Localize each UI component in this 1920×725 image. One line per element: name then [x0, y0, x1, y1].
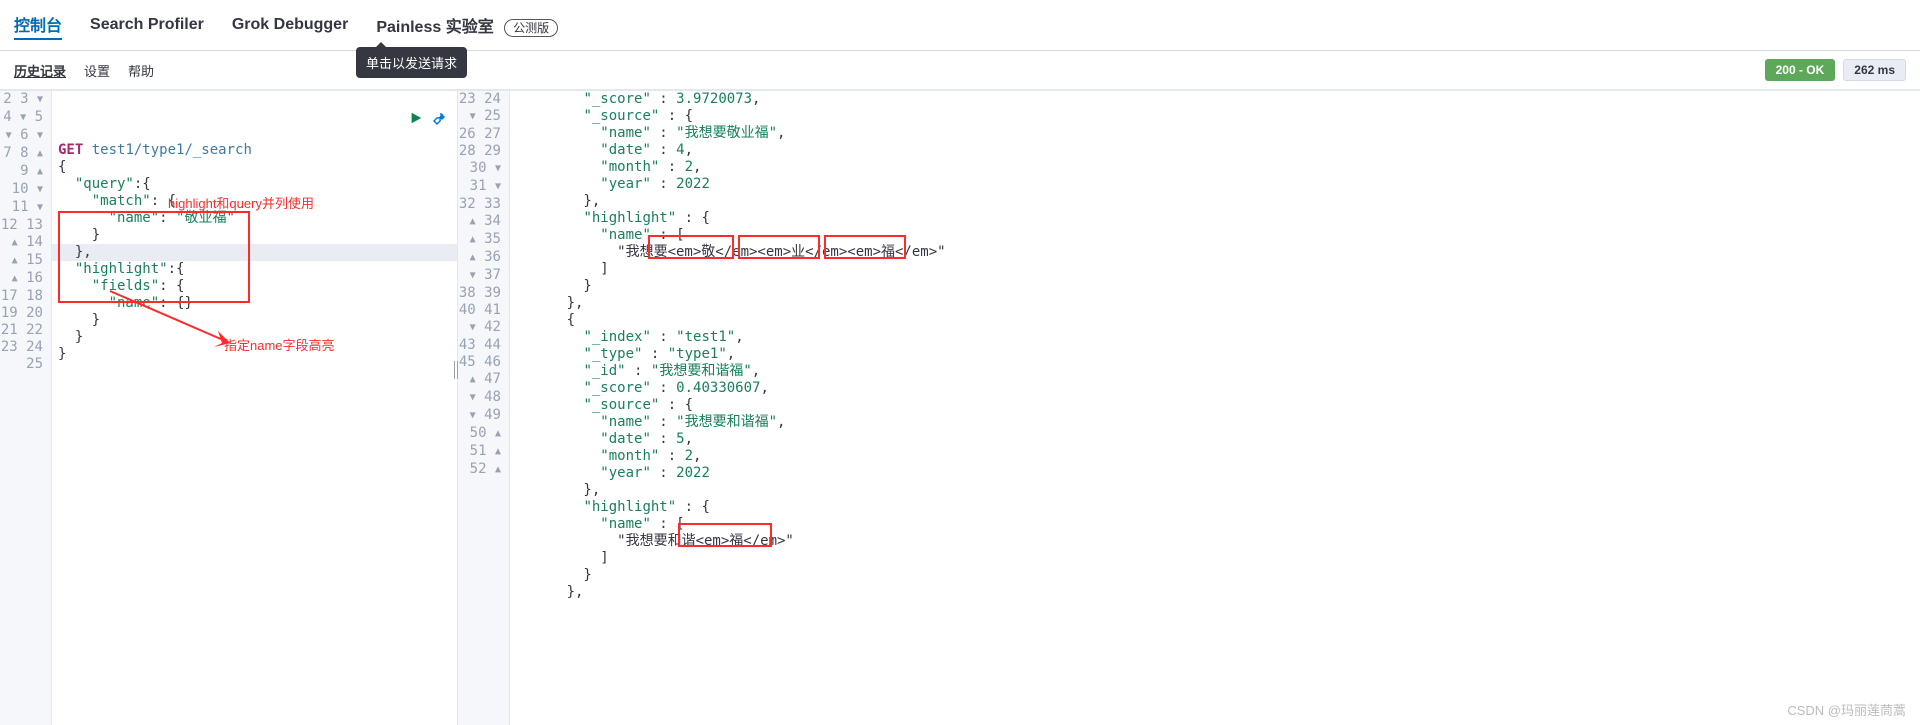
subnav-help[interactable]: 帮助 [128, 61, 154, 80]
send-tooltip: 单击以发送请求 [356, 47, 467, 78]
annotation-2: 指定name字段高亮 [224, 335, 335, 354]
timing-badge: 262 ms [1843, 59, 1906, 81]
editor-panes: 2 3 ▼ 4 ▼ 5 ▼ 6 ▼ 7 8 ▲ 9 ▲ 10 ▼ 11 ▼ 12… [0, 90, 1920, 725]
tab-grok[interactable]: Grok Debugger [232, 14, 348, 36]
response-pane: 23 24 ▼ 25 26 27 28 29 30 ▼ 31 ▼ 32 33 ▲… [458, 91, 1920, 725]
request-pane: 2 3 ▼ 4 ▼ 5 ▼ 6 ▼ 7 8 ▲ 9 ▲ 10 ▼ 11 ▼ 12… [0, 91, 458, 725]
response-gutter: 23 24 ▼ 25 26 27 28 29 30 ▼ 31 ▼ 32 33 ▲… [458, 91, 510, 725]
sub-bar: 历史记录 设置 帮助 单击以发送请求 200 - OK 262 ms [0, 51, 1920, 90]
beta-badge: 公测版 [504, 19, 558, 37]
subnav-history[interactable]: 历史记录 [14, 61, 66, 80]
tab-painless[interactable]: Painless 实验室 公测版 [376, 11, 558, 39]
request-gutter: 2 3 ▼ 4 ▼ 5 ▼ 6 ▼ 7 8 ▲ 9 ▲ 10 ▼ 11 ▼ 12… [0, 91, 52, 725]
response-viewer[interactable]: "_score" : 3.9720073, "_source" : { "nam… [510, 91, 1920, 725]
tab-console[interactable]: 控制台 [14, 10, 62, 40]
request-editor[interactable]: GET test1/type1/_search { "query":{ "mat… [52, 91, 457, 725]
tab-profiler[interactable]: Search Profiler [90, 14, 204, 36]
wrench-icon[interactable] [431, 111, 447, 130]
watermark: CSDN @玛丽莲茼蒿 [1787, 700, 1906, 719]
run-icon[interactable] [409, 111, 423, 130]
subnav-settings[interactable]: 设置 [84, 61, 110, 80]
top-tabs: 控制台 Search Profiler Grok Debugger Painle… [0, 0, 1920, 51]
annotation-1: highlight和query并列使用 [168, 193, 314, 212]
request-actions [409, 111, 447, 130]
status-badge: 200 - OK [1765, 59, 1836, 81]
